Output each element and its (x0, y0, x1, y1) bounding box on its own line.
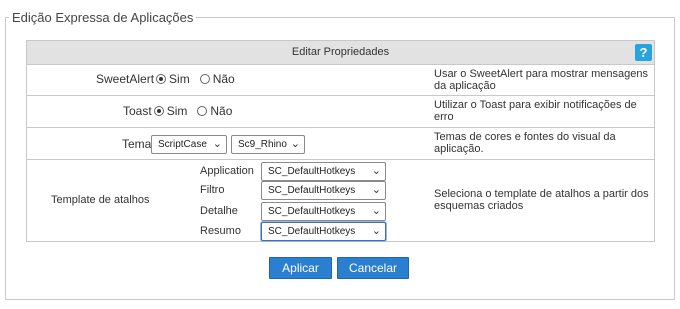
toast-nao-radio[interactable] (197, 106, 208, 116)
chevron-down-icon: ⌄ (290, 138, 300, 150)
resumo-hotkeys-value: SC_DefaultHotkeys (268, 226, 356, 237)
tema-select-skin-value: Sc9_Rhino (238, 139, 287, 150)
detalhe-hotkeys-value: SC_DefaultHotkeys (268, 206, 356, 217)
sweetalert-description: Usar o SweetAlert para mostrar mensagens… (434, 68, 648, 92)
filtro-label: Filtro (200, 184, 225, 196)
chevron-down-icon: ⌄ (371, 165, 381, 177)
sweetalert-label: SweetAlert (96, 72, 155, 86)
row-sweetalert: SweetAlert Sim Não Usar o SweetAlert par… (27, 65, 654, 96)
template-label: Template de atalhos (51, 194, 150, 206)
filtro-hotkeys-value: SC_DefaultHotkeys (268, 185, 356, 196)
row-tema: Tema ScriptCase ⌄ Sc9_Rhino ⌄ Temas de c… (27, 128, 654, 160)
toast-options: Toast Sim Não (123, 104, 232, 118)
apply-button[interactable]: Aplicar (269, 257, 332, 279)
fieldset-title: Edição Expressa de Aplicações (9, 10, 197, 26)
detalhe-label: Detalhe (200, 205, 238, 217)
cancel-button[interactable]: Cancelar (337, 257, 409, 279)
tema-select-theme[interactable]: ScriptCase ⌄ (151, 135, 227, 154)
sweetalert-nao-radio[interactable] (199, 74, 210, 84)
resumo-hotkeys-select[interactable]: SC_DefaultHotkeys ⌄ (261, 222, 386, 241)
properties-panel: Editar Propriedades ? SweetAlert Sim Não… (26, 40, 655, 242)
sweetalert-nao-label: Não (212, 72, 235, 86)
chevron-down-icon: ⌄ (212, 138, 222, 150)
sweetalert-sim-label: Sim (169, 72, 190, 86)
toast-sim-radio[interactable] (153, 106, 164, 116)
sweetalert-sim-radio[interactable] (156, 74, 167, 84)
chevron-down-icon: ⌄ (371, 205, 381, 217)
tema-select-theme-value: ScriptCase (158, 139, 207, 150)
panel-header: Editar Propriedades ? (27, 41, 654, 65)
toast-nao-label: Não (210, 104, 233, 118)
template-description: Seleciona o template de atalhos a partir… (434, 188, 649, 212)
tema-label: Tema (122, 137, 152, 151)
chevron-down-icon: ⌄ (371, 184, 381, 196)
application-hotkeys-value: SC_DefaultHotkeys (268, 166, 356, 177)
toast-label: Toast (123, 104, 152, 118)
filtro-hotkeys-select[interactable]: SC_DefaultHotkeys ⌄ (261, 181, 386, 200)
resumo-label: Resumo (200, 225, 241, 237)
row-template-atalhos: Template de atalhos Application SC_Defau… (27, 160, 654, 242)
chevron-down-icon: ⌄ (371, 225, 381, 237)
tema-select-skin[interactable]: Sc9_Rhino ⌄ (231, 135, 305, 154)
application-label: Application (200, 165, 254, 177)
detalhe-hotkeys-select[interactable]: SC_DefaultHotkeys ⌄ (261, 202, 386, 221)
panel-header-title: Editar Propriedades (291, 46, 390, 58)
toast-sim-label: Sim (166, 104, 188, 118)
sweetalert-options: SweetAlert Sim Não (96, 72, 235, 86)
tema-description: Temas de cores e fontes do visual da apl… (434, 131, 616, 155)
toast-description: Utilizar o Toast para exibir notificaçõe… (434, 99, 637, 123)
help-icon[interactable]: ? (635, 44, 652, 61)
row-toast: Toast Sim Não Utilizar o Toast para exib… (27, 96, 654, 128)
application-hotkeys-select[interactable]: SC_DefaultHotkeys ⌄ (261, 162, 386, 181)
